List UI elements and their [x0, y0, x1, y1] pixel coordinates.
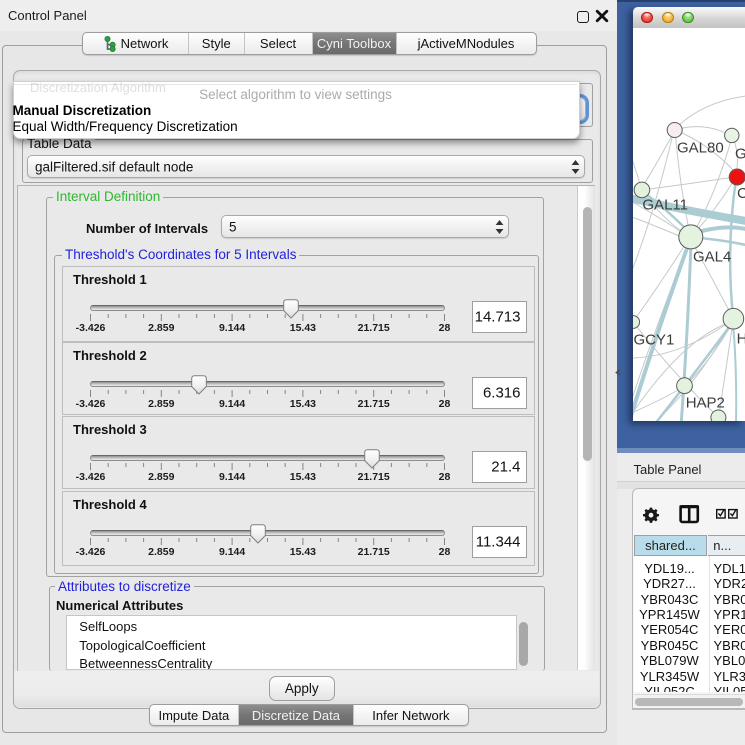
svg-text:GAL11: GAL11	[642, 196, 688, 213]
svg-text:H: H	[737, 330, 745, 347]
svg-text:G.: G.	[735, 145, 745, 162]
svg-text:GCY1: GCY1	[634, 331, 675, 348]
svg-text:C: C	[737, 185, 745, 202]
svg-text:GAL4: GAL4	[693, 248, 731, 265]
svg-text:GAL80: GAL80	[677, 139, 724, 156]
svg-text:HAP2: HAP2	[686, 394, 725, 411]
